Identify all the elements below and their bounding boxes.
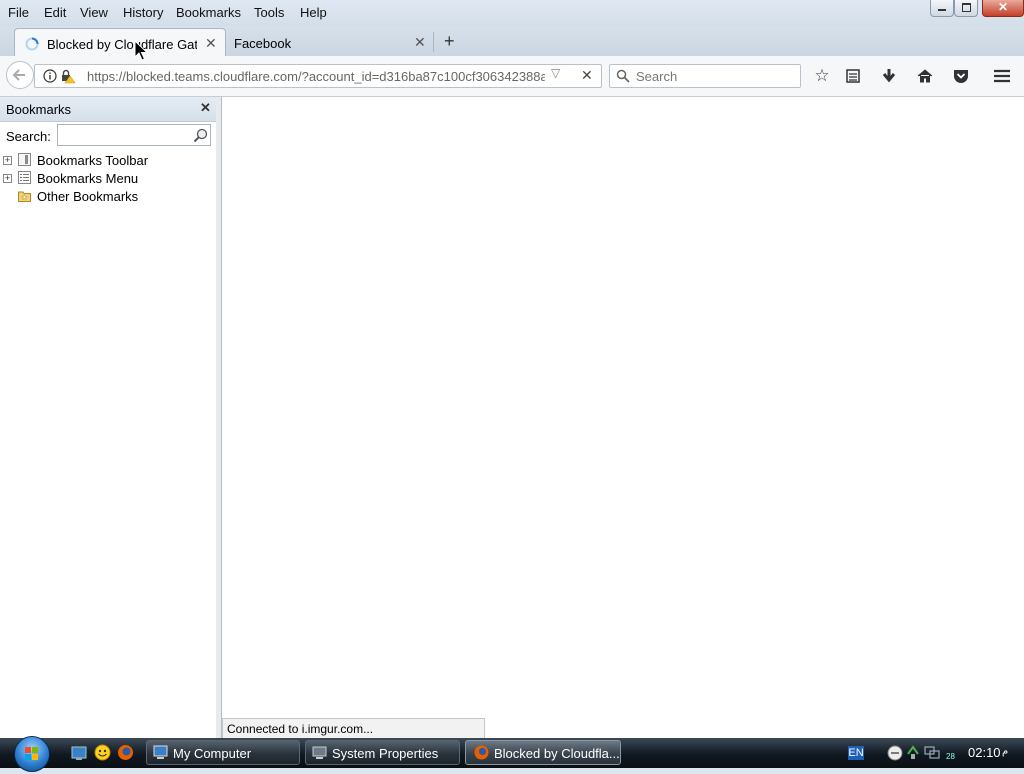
minimize-icon xyxy=(938,9,946,11)
menu-edit[interactable]: Edit xyxy=(44,5,66,20)
menu-view[interactable]: View xyxy=(80,5,108,20)
page-content[interactable] xyxy=(222,97,1024,738)
downloads-icon[interactable] xyxy=(879,66,899,86)
menu-tools[interactable]: Tools xyxy=(254,5,284,20)
computer-icon xyxy=(153,745,168,759)
restore-button[interactable] xyxy=(954,0,978,17)
back-arrow-icon xyxy=(12,69,25,81)
safely-remove-hardware-icon[interactable] xyxy=(905,744,921,761)
insecure-lock-icon[interactable] xyxy=(60,68,76,84)
system-properties-icon xyxy=(312,746,327,759)
status-panel: Connected to i.imgur.com... xyxy=(222,718,485,738)
taskbar-button-label: My Computer xyxy=(173,746,252,761)
tab-label: Blocked by Cloudflare Gat... xyxy=(47,37,197,52)
menu-file[interactable]: File xyxy=(8,5,29,20)
stop-loading-icon[interactable]: ✕ xyxy=(581,67,593,84)
search-placeholder: Search xyxy=(636,69,678,84)
taskbar-button-label: System Properties xyxy=(332,746,439,761)
tab-bar: Blocked by Cloudflare Gat... ✕ Facebook … xyxy=(0,26,1024,56)
back-button[interactable] xyxy=(6,61,34,89)
tree-item-bookmarks-toolbar[interactable]: + Bookmarks Toolbar xyxy=(0,152,216,170)
restore-icon xyxy=(962,3,971,12)
expand-icon[interactable]: + xyxy=(3,174,12,183)
clock[interactable]: 02:10 xyxy=(968,745,1001,760)
mouse-cursor-icon xyxy=(134,40,148,61)
search-field[interactable]: Search xyxy=(609,64,801,88)
firefox-icon xyxy=(474,745,489,760)
tab-close-icon[interactable]: ✕ xyxy=(205,35,217,52)
windows-logo-icon xyxy=(25,747,38,760)
taskbar: My Computer System Properties Blocked by… xyxy=(0,736,1024,772)
network-icon[interactable] xyxy=(924,744,940,760)
sidebar-search-label: Search: xyxy=(6,129,51,144)
taskbar-button-my-computer[interactable]: My Computer xyxy=(146,740,300,765)
clock-suffix: م xyxy=(1002,746,1009,757)
sidebar-header: Bookmarks ✕ xyxy=(0,97,216,122)
tree-item-label: Other Bookmarks xyxy=(37,189,139,204)
tree-item-other-bookmarks[interactable]: Other Bookmarks xyxy=(0,188,216,206)
sidebar-close-icon[interactable]: ✕ xyxy=(200,100,211,116)
menu-bookmarks[interactable]: Bookmarks xyxy=(176,5,241,20)
menu-bar: File Edit View History Bookmarks Tools H… xyxy=(0,0,1024,26)
bookmarks-toolbar-icon xyxy=(18,153,31,166)
home-icon[interactable] xyxy=(915,66,935,86)
taskbar-button-firefox[interactable]: Blocked by Cloudfla... xyxy=(465,740,621,765)
status-text: Connected to i.imgur.com... xyxy=(227,722,374,736)
tree-item-bookmarks-menu[interactable]: + Bookmarks Menu xyxy=(0,170,216,188)
tab-blocked-by-cloudflare[interactable]: Blocked by Cloudflare Gat... ✕ xyxy=(14,28,226,56)
new-tab-icon[interactable]: + xyxy=(444,31,455,52)
close-icon: ✕ xyxy=(998,0,1009,14)
bookmark-star-icon[interactable]: ☆ xyxy=(812,66,832,86)
language-indicator[interactable]: EN xyxy=(848,746,864,760)
sidebar-search-input[interactable] xyxy=(57,124,211,146)
taskbar-button-label: Blocked by Cloudfla... xyxy=(494,746,620,761)
url-text[interactable]: https://blocked.teams.cloudflare.com/?ac… xyxy=(87,69,545,84)
loading-spinner-icon xyxy=(25,37,39,51)
hamburger-menu-icon[interactable] xyxy=(992,66,1012,86)
close-window-button[interactable]: ✕ xyxy=(982,0,1024,17)
tab-facebook[interactable]: Facebook ✕ xyxy=(226,28,434,56)
tray-app-icon[interactable] xyxy=(887,745,903,761)
sidebar-title: Bookmarks xyxy=(6,102,72,117)
show-desktop-icon[interactable] xyxy=(71,745,87,761)
tab-label: Facebook xyxy=(234,36,292,51)
tree-item-label: Bookmarks Menu xyxy=(37,171,139,186)
search-icon xyxy=(193,128,208,143)
navigation-bar: https://blocked.teams.cloudflare.com/?ac… xyxy=(0,56,1024,97)
bookmarks-sidebar: Bookmarks ✕ Search: + Bookmarks Toolbar … xyxy=(0,97,217,738)
expand-icon[interactable]: + xyxy=(3,156,12,165)
tray-badge: 28 xyxy=(946,752,955,761)
firefox-icon[interactable] xyxy=(117,744,134,761)
tab-divider xyxy=(433,32,434,52)
reading-list-icon[interactable] xyxy=(843,66,863,86)
tab-close-icon[interactable]: ✕ xyxy=(414,34,426,51)
url-dropdown-icon[interactable]: ▽ xyxy=(551,66,560,80)
start-button[interactable] xyxy=(14,736,50,772)
url-bar[interactable]: https://blocked.teams.cloudflare.com/?ac… xyxy=(34,64,602,88)
search-icon xyxy=(616,69,630,83)
bookmarks-menu-icon xyxy=(18,171,31,184)
minimize-button[interactable] xyxy=(930,0,954,17)
menu-help[interactable]: Help xyxy=(300,5,327,20)
menu-history[interactable]: History xyxy=(123,5,163,20)
site-info-icon[interactable] xyxy=(43,69,57,83)
other-bookmarks-folder-icon xyxy=(18,191,31,202)
messenger-icon[interactable] xyxy=(94,744,111,761)
taskbar-button-system-properties[interactable]: System Properties xyxy=(305,740,460,765)
pocket-icon[interactable] xyxy=(951,66,971,86)
tree-item-label: Bookmarks Toolbar xyxy=(37,153,149,168)
